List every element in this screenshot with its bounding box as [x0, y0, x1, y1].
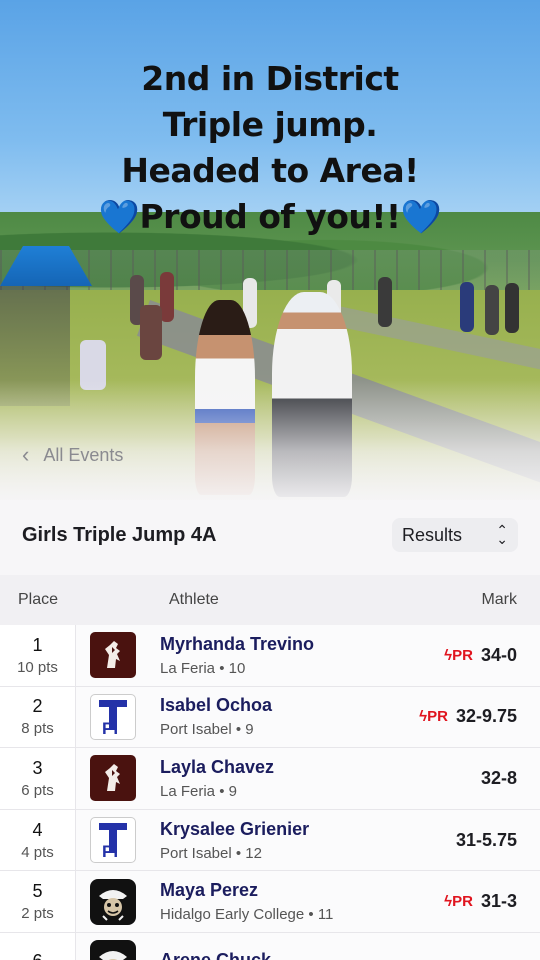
table-row[interactable]: 3 6 pts Layla Chavez La Feria • 9 32-8: [0, 748, 540, 810]
personal-record-badge: ϟPR: [419, 708, 448, 725]
table-row[interactable]: 6 Arene Chuck: [0, 932, 540, 960]
svg-text:PI: PI: [102, 842, 118, 860]
place-points: 8 pts: [21, 720, 54, 738]
athlete-school-grade: La Feria • 10: [160, 659, 246, 677]
place-number: 5: [32, 881, 43, 902]
athlete-name: Krysalee Grienier: [160, 818, 310, 839]
athlete-school-grade: Port Isabel • 12: [160, 844, 262, 862]
back-to-all-events[interactable]: ‹ All Events: [22, 442, 123, 468]
lightning-bolt-icon: ϟ: [444, 893, 453, 911]
mark-value: 32-9.75: [455, 706, 517, 727]
header-mark: Mark: [481, 591, 517, 608]
athlete-school-grade: Port Isabel • 9: [160, 721, 254, 739]
mark-value: 31-5.75: [455, 829, 517, 850]
place-points: 6 pts: [21, 781, 54, 799]
school-logo: [90, 878, 136, 925]
pr-label: PR: [452, 893, 473, 911]
event-header: Girls Triple Jump 4A Results ⌃ ⌄: [0, 505, 540, 565]
personal-record-badge: ϟPR: [444, 893, 473, 910]
table-row[interactable]: 5 2 pts Maya Perez Hidalgo Early College • …: [0, 871, 540, 933]
spectator: [378, 277, 392, 327]
results-select[interactable]: Results ⌃ ⌄: [392, 518, 518, 552]
caption-line-4: 💙Proud of you!!💙: [0, 194, 540, 240]
place-number: 2: [32, 696, 43, 717]
table-row[interactable]: 2 8 pts PI Isabel Ochoa Port Isabel • 9 ϟPR 32…: [0, 686, 540, 749]
spectator: [140, 305, 162, 360]
mark-cell: 32-8: [481, 768, 540, 789]
place-cell: 5 2 pts: [0, 871, 76, 932]
blue-heart-icon: 💙: [98, 197, 140, 236]
place-cell: 6: [0, 932, 76, 960]
header-place: Place: [18, 591, 59, 608]
blue-heart-icon: 💙: [400, 197, 442, 236]
athlete-cell: Maya Perez Hidalgo Early College • 11: [136, 880, 444, 923]
mark-value: 34-0: [480, 644, 517, 665]
pr-label: PR: [427, 708, 448, 726]
caption-line-3: Headed to Area!: [121, 151, 419, 190]
place-cell: 1 10 pts: [0, 625, 76, 686]
athlete-name: Arene Chuck: [160, 950, 517, 960]
athlete-cell: Myrhanda Trevino La Feria • 10: [136, 634, 444, 677]
athlete-school-grade: La Feria • 9: [160, 782, 237, 800]
header-athlete: Athlete: [169, 591, 219, 608]
table-row[interactable]: 4 4 pts PI Krysalee Grienier Port Isabel • 1…: [0, 809, 540, 872]
place-cell: 3 6 pts: [0, 748, 76, 809]
lightning-bolt-icon: ϟ: [419, 708, 428, 726]
caption-line-2: Triple jump.: [162, 105, 378, 144]
place-number: 4: [32, 819, 43, 840]
back-label: All Events: [43, 444, 124, 465]
lightning-bolt-icon: ϟ: [444, 646, 453, 664]
pr-label: PR: [452, 646, 473, 664]
school-logo: PI: [90, 693, 136, 740]
place-number: 3: [32, 757, 43, 778]
results-select-value: Results: [402, 524, 463, 545]
photo-fade: [0, 380, 540, 500]
spectator: [460, 282, 474, 332]
results-table: Place Athlete Mark 1 10 pts Myrhanda Trevi…: [0, 575, 540, 960]
place-points: 2 pts: [21, 905, 54, 923]
table-row[interactable]: 1 10 pts Myrhanda Trevino La Feria • 10 ϟPR 3…: [0, 625, 540, 687]
chevron-left-icon: ‹: [22, 442, 30, 467]
athlete-name: Layla Chavez: [160, 756, 275, 777]
chevron-up-down-icon: ⌃ ⌄: [496, 522, 508, 547]
school-logo: [90, 755, 136, 802]
place-points: 10 pts: [17, 658, 58, 676]
caption-line-1: 2nd in District: [141, 59, 399, 98]
place-points: 4 pts: [21, 843, 54, 861]
spectator: [160, 272, 174, 322]
spectator: [505, 283, 519, 333]
school-logo: PI: [90, 817, 136, 864]
place-number: 6: [32, 951, 42, 960]
school-logo: [90, 940, 136, 960]
table-header: Place Athlete Mark: [0, 575, 540, 625]
athlete-cell: Krysalee Grienier Port Isabel • 12: [136, 819, 456, 862]
athlete-cell: Arene Chuck: [136, 950, 517, 960]
place-number: 1: [32, 634, 43, 655]
mark-value: 31-3: [480, 891, 517, 912]
athlete-school-grade: Hidalgo Early College • 11: [160, 906, 334, 924]
mark-cell: ϟPR 31-3: [444, 891, 540, 912]
mark-cell: ϟPR 32-9.75: [419, 706, 540, 727]
mark-value: 32-8: [480, 767, 517, 788]
table-body: 1 10 pts Myrhanda Trevino La Feria • 10 ϟPR 3…: [0, 625, 540, 960]
screen: 2nd in District Triple jump. Headed to A…: [0, 0, 540, 960]
svg-text:PI: PI: [102, 719, 118, 737]
athlete-cell: Layla Chavez La Feria • 9: [136, 757, 481, 800]
mark-cell: 31-5.75: [456, 830, 540, 851]
caption-line-4-text: Proud of you!!: [139, 197, 401, 236]
personal-record-badge: ϟPR: [444, 647, 473, 664]
place-cell: 2 8 pts: [0, 686, 76, 748]
mark-cell: ϟPR 34-0: [444, 645, 540, 666]
athlete-name: Isabel Ochoa: [160, 695, 273, 716]
school-logo: [90, 632, 136, 679]
event-title: Girls Triple Jump 4A: [22, 523, 217, 546]
athlete-cell: Isabel Ochoa Port Isabel • 9: [136, 695, 419, 738]
spectator: [485, 285, 499, 335]
place-cell: 4 4 pts: [0, 809, 76, 871]
athlete-name: Myrhanda Trevino: [160, 633, 315, 654]
athlete-name: Maya Perez: [160, 880, 259, 901]
